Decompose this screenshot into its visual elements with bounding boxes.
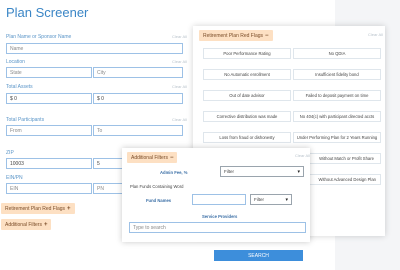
plan-name-input[interactable]: Name	[6, 43, 183, 54]
fund-names-input[interactable]	[192, 194, 246, 205]
plan-funds-text: Plan Funds Containing Word	[130, 184, 184, 189]
clear-plan-name-link[interactable]: Clear All	[172, 34, 187, 39]
flag-option[interactable]: Corrective distribution was made	[203, 111, 291, 122]
additional-filters-button[interactable]: Additional Filters +	[1, 219, 52, 230]
caret-down-icon: ▾	[297, 168, 300, 175]
total-assets-label: Total Assets	[6, 84, 33, 90]
pn-input[interactable]: PN	[93, 183, 123, 194]
additional-panel-toggle[interactable]: Additional Filters −	[127, 152, 178, 163]
assets-min-input[interactable]: $ 0	[6, 93, 92, 104]
red-flags-panel-toggle[interactable]: Retirement Plan Red Flags −	[199, 30, 273, 41]
flag-option[interactable]: Under Performing Plan for 2 Years Runnin…	[293, 132, 381, 143]
clear-flags-link[interactable]: Clear All	[368, 32, 383, 37]
participants-to-input[interactable]: To	[93, 125, 183, 136]
minus-icon: −	[265, 32, 269, 39]
zip-label: ZIP	[6, 150, 14, 156]
zip-radius-input[interactable]: 5	[93, 158, 123, 169]
flag-option[interactable]: Poor Performance Rating	[203, 48, 291, 59]
flag-option[interactable]: No Automatic enrollment	[203, 69, 291, 80]
assets-max-input[interactable]: $ 0	[93, 93, 183, 104]
admin-fee-label: Admin Fee, %	[160, 170, 188, 175]
red-flags-button[interactable]: Retirement Plan Red Flags +	[1, 203, 75, 214]
additional-filters-button-label: Additional Filters	[5, 221, 42, 228]
plus-icon: +	[67, 205, 71, 212]
flag-option[interactable]: Out of date advisor	[203, 90, 291, 101]
fund-names-select-value: Filter	[254, 197, 264, 202]
clear-additional-link[interactable]: Clear All	[295, 153, 310, 158]
red-flags-panel-header: Retirement Plan Red Flags	[203, 32, 264, 39]
service-provider-search[interactable]: Type to search	[129, 222, 306, 233]
page-title: Plan Screener	[6, 5, 89, 20]
state-input[interactable]: State	[6, 67, 92, 78]
city-input[interactable]: City	[93, 67, 183, 78]
fund-names-label: Fund Names	[146, 198, 172, 203]
minus-icon: −	[169, 154, 174, 161]
location-label: Location	[6, 59, 25, 65]
flag-option[interactable]: No QDIA	[293, 48, 381, 59]
additional-filters-panel: Additional Filters − Clear All Admin Fee…	[122, 148, 310, 242]
flag-option[interactable]: No 404(c) with participant directed acct…	[293, 111, 381, 122]
search-button[interactable]: SEARCH	[214, 250, 303, 261]
participants-from-input[interactable]: From	[6, 125, 92, 136]
participants-label: Total Participants	[6, 117, 45, 123]
admin-fee-select-value: Filter	[224, 169, 234, 174]
ein-label: EIN/PN	[6, 175, 23, 181]
zip-input[interactable]: 10003	[6, 158, 92, 169]
flag-option[interactable]: Loss from fraud or dishonesty	[203, 132, 291, 143]
flag-option[interactable]: Failed to deposit payment on time	[293, 90, 381, 101]
plan-name-label: Plan Name or Sponsor Name	[6, 34, 72, 40]
caret-down-icon: ▾	[285, 196, 288, 203]
fund-names-select[interactable]: Filter ▾	[250, 194, 292, 205]
flag-option[interactable]: Insufficient fidelity bond	[293, 69, 381, 80]
service-provider-label: Service Providers	[202, 214, 238, 219]
plus-icon: +	[43, 221, 48, 228]
ein-input[interactable]: EIN	[6, 183, 92, 194]
clear-assets-link[interactable]: Clear All	[172, 84, 187, 89]
clear-location-link[interactable]: Clear All	[172, 59, 187, 64]
clear-participants-link[interactable]: Clear All	[172, 117, 187, 122]
additional-panel-header: Additional Filters	[131, 154, 168, 161]
red-flags-button-label: Retirement Plan Red Flags	[5, 205, 66, 212]
admin-fee-select[interactable]: Filter ▾	[220, 166, 304, 177]
